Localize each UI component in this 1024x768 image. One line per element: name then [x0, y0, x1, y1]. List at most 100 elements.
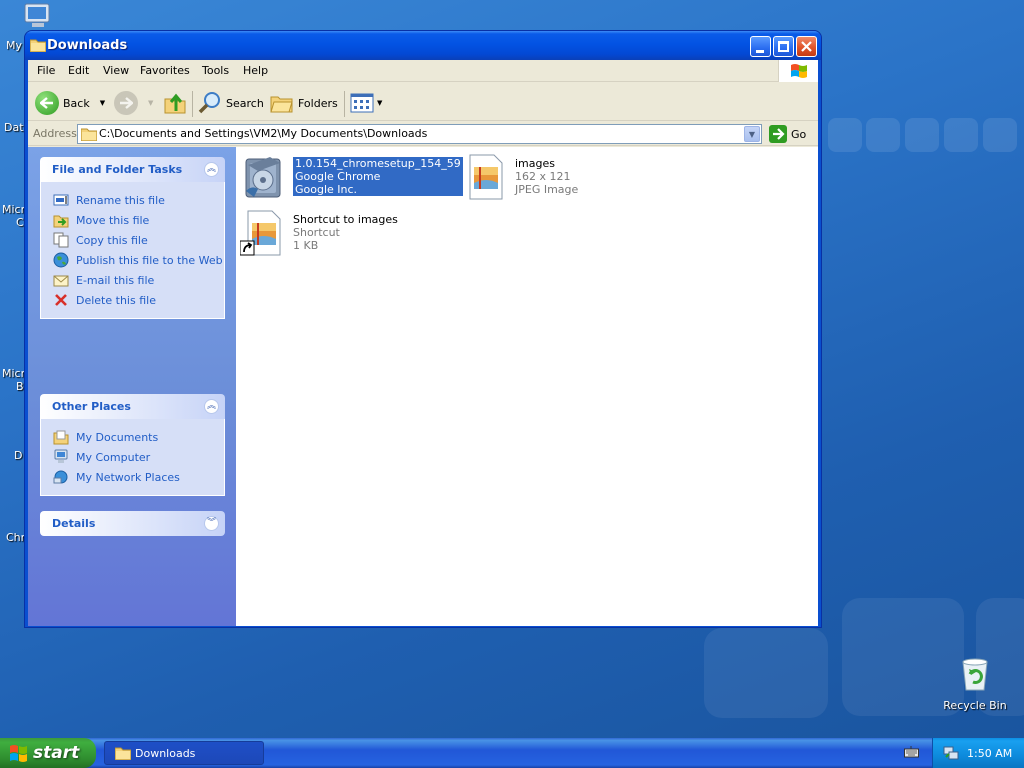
desktop-decor-tile — [983, 118, 1017, 152]
rename-icon — [53, 194, 69, 206]
keyboard-icon[interactable] — [904, 746, 919, 758]
menu-help[interactable]: Help — [243, 64, 268, 77]
up-folder-button[interactable] — [163, 90, 187, 116]
desktop-label-microsoft-2-line2[interactable]: B — [16, 380, 24, 393]
search-button[interactable]: Search — [198, 90, 264, 116]
place-my-computer[interactable]: My Computer — [53, 447, 224, 467]
address-dropdown-button[interactable]: ▼ — [744, 126, 760, 142]
menu-favorites[interactable]: Favorites — [140, 64, 190, 77]
panel-title: File and Folder Tasks — [52, 163, 183, 176]
collapse-chevron-icon[interactable]: ︽ — [204, 399, 219, 414]
folders-icon — [270, 96, 293, 113]
details-header[interactable]: Details ︾ — [40, 511, 225, 536]
my-computer-desktop-icon[interactable] — [22, 2, 54, 30]
task-move-file[interactable]: Move this file — [53, 210, 224, 230]
taskbar-window-button[interactable]: Downloads — [104, 741, 264, 765]
task-email-file[interactable]: E-mail this file — [53, 270, 224, 290]
desktop-label-d[interactable]: D — [14, 449, 22, 462]
menu-view[interactable]: View — [103, 64, 129, 77]
menu-tools[interactable]: Tools — [202, 64, 229, 77]
move-icon — [53, 215, 69, 228]
back-label: Back — [63, 96, 90, 110]
address-bar: Address C:\Documents and Settings\VM2\My… — [28, 122, 818, 146]
go-button[interactable]: Go — [769, 125, 806, 143]
file-list-view: 1.0.154_chromesetup_154_59 Google Chrome… — [236, 147, 818, 626]
file-item-shortcut-images[interactable]: Shortcut to images Shortcut 1 KB — [240, 209, 450, 265]
task-label: Publish this file to the Web — [76, 253, 223, 267]
recycle-bin[interactable]: Recycle Bin — [940, 656, 1010, 712]
address-field[interactable]: C:\Documents and Settings\VM2\My Documen… — [77, 124, 762, 144]
desktop-label-microsoft-1-line2[interactable]: C — [16, 216, 24, 229]
file-name: images — [515, 157, 555, 170]
task-label: E-mail this file — [76, 273, 155, 287]
recycle-bin-icon — [962, 658, 988, 691]
start-label: start — [33, 743, 80, 763]
task-label: Copy this file — [76, 233, 148, 247]
task-copy-file[interactable]: Copy this file — [53, 230, 224, 250]
minimize-icon — [756, 50, 764, 53]
back-dropdown-icon[interactable]: ▼ — [100, 99, 105, 107]
file-folder-tasks-header[interactable]: File and Folder Tasks ︽ — [40, 157, 225, 182]
task-rename-file[interactable]: Rename this file — [53, 190, 224, 210]
place-my-documents[interactable]: My Documents — [53, 427, 224, 447]
collapse-chevron-icon[interactable]: ︽ — [204, 162, 219, 177]
file-text: Shortcut to images Shortcut 1 KB — [293, 213, 398, 252]
back-arrow-icon — [35, 91, 59, 115]
windows-flag-icon — [10, 745, 27, 762]
go-label: Go — [791, 127, 807, 141]
file-folder-tasks-panel: File and Folder Tasks ︽ Rename this file — [40, 157, 225, 319]
title-bar[interactable]: Downloads — [25, 31, 821, 60]
file-folder-tasks-list: Rename this file Move this file Copy thi… — [40, 182, 225, 319]
explorer-window: Downloads File Edit View Favorites Tools… — [24, 30, 822, 628]
task-label: Delete this file — [76, 293, 156, 307]
place-my-network-places[interactable]: My Network Places — [53, 467, 224, 487]
details-panel: Details ︾ — [40, 511, 225, 536]
expand-chevron-icon[interactable]: ︾ — [204, 516, 219, 531]
menu-file[interactable]: File — [37, 64, 55, 77]
views-button[interactable]: ▼ — [350, 90, 382, 116]
desktop-decor-tile — [866, 118, 900, 152]
file-line3: Google Inc. — [295, 183, 358, 196]
folders-label: Folders — [298, 96, 338, 110]
other-places-header[interactable]: Other Places ︽ — [40, 394, 225, 419]
back-button[interactable]: Back ▼ — [35, 90, 105, 116]
views-icon — [350, 93, 374, 113]
start-button[interactable]: start — [0, 738, 96, 768]
maximize-icon — [778, 41, 789, 52]
forward-button[interactable]: ▼ — [114, 90, 153, 116]
network-tray-icon[interactable] — [943, 745, 959, 761]
task-label: My Computer — [76, 450, 151, 464]
task-publish-web[interactable]: Publish this file to the Web — [53, 250, 224, 270]
my-documents-icon — [53, 430, 69, 445]
window-title: Downloads — [47, 38, 128, 53]
address-path: C:\Documents and Settings\VM2\My Documen… — [99, 127, 428, 140]
task-delete-file[interactable]: Delete this file — [53, 290, 224, 310]
search-icon — [198, 92, 220, 114]
globe-icon — [53, 252, 69, 268]
maximize-button[interactable] — [773, 36, 794, 57]
file-name: Shortcut to images — [293, 213, 398, 226]
minimize-button[interactable] — [750, 36, 771, 57]
close-button[interactable] — [796, 36, 817, 57]
system-tray: 1:50 AM — [932, 738, 1024, 768]
clock[interactable]: 1:50 AM — [967, 747, 1012, 760]
file-item-images[interactable]: images 162 x 121 JPEG Image — [462, 153, 662, 203]
file-line3: 1 KB — [293, 239, 319, 252]
folders-button[interactable]: Folders — [270, 90, 338, 116]
file-text: 1.0.154_chromesetup_154_59 Google Chrome… — [293, 157, 463, 196]
windows-logo-box — [778, 60, 818, 82]
desktop-label-my-computer[interactable]: My — [6, 39, 22, 52]
file-item-chromesetup[interactable]: 1.0.154_chromesetup_154_59 Google Chrome… — [240, 153, 463, 203]
toolbar-separator — [192, 91, 193, 117]
other-places-panel: Other Places ︽ My Documents My Computer … — [40, 394, 225, 496]
file-name: 1.0.154_chromesetup_154_59 — [295, 157, 461, 170]
menu-edit[interactable]: Edit — [68, 64, 89, 77]
shortcut-jpeg-icon — [240, 210, 281, 256]
desktop-label-microsoft-1[interactable]: Micr — [2, 203, 25, 216]
file-line2: 162 x 121 — [515, 170, 571, 183]
panel-title: Details — [52, 517, 96, 530]
desktop-label-chrome[interactable]: Chr — [6, 531, 25, 544]
desktop-label-microsoft-2[interactable]: Micr — [2, 367, 25, 380]
chevron-down-icon: ▼ — [748, 129, 756, 139]
desktop-label-data[interactable]: Dat — [4, 121, 24, 134]
